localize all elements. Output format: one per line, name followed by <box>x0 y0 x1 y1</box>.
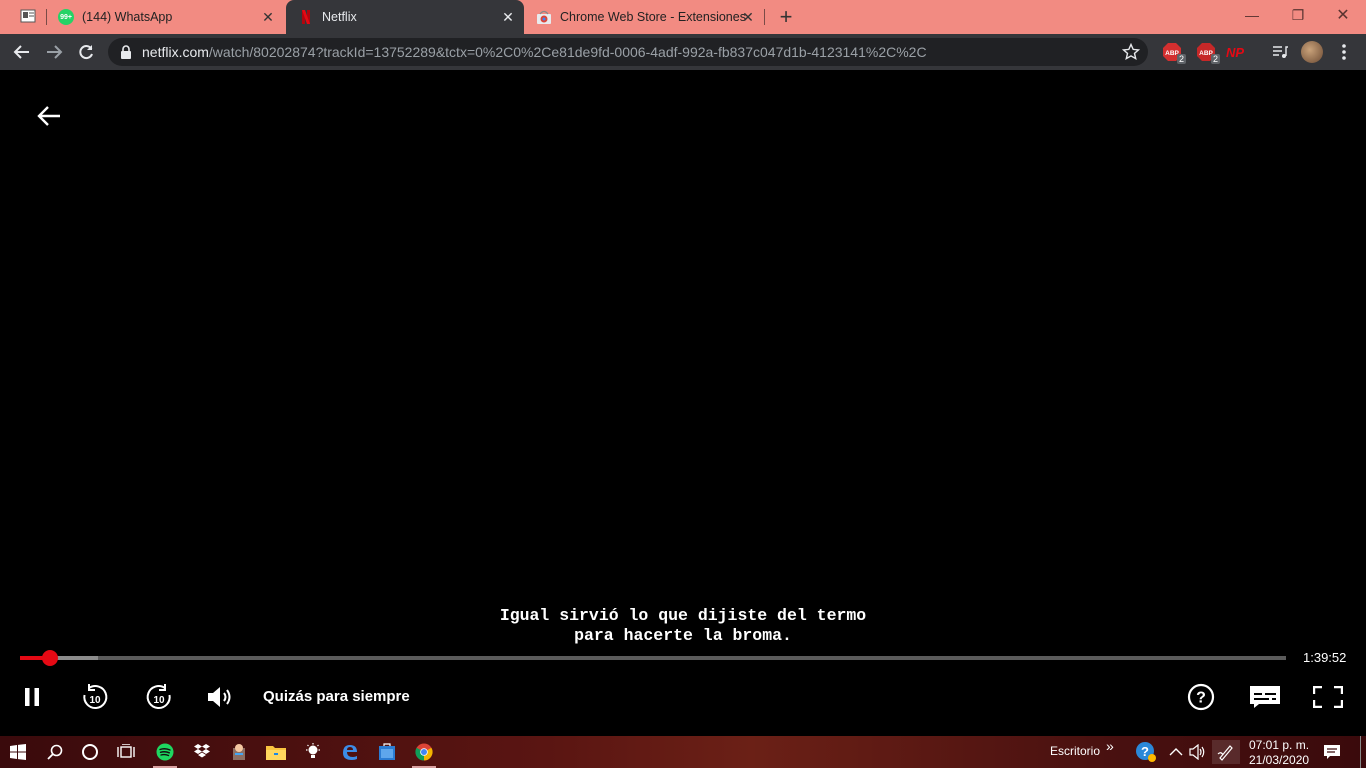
tab-label: Netflix <box>322 10 357 24</box>
tips-icon[interactable] <box>301 740 325 764</box>
address-bar[interactable]: netflix.com/watch/80202874?trackId=13752… <box>108 38 1148 66</box>
edge-icon[interactable] <box>338 740 362 764</box>
subtitle-line: para hacerte la broma. <box>574 626 792 645</box>
netflix-party-icon[interactable]: NP <box>1226 42 1248 62</box>
desktop-toolbar-chevron[interactable]: » <box>1106 738 1114 754</box>
tab-separator <box>764 9 765 25</box>
app-icon[interactable] <box>227 740 251 764</box>
notifications-icon[interactable] <box>1320 740 1344 764</box>
reload-icon[interactable] <box>74 40 98 64</box>
back-arrow-icon[interactable] <box>36 104 62 133</box>
fullscreen-icon[interactable] <box>1312 680 1344 714</box>
tab-label: (144) WhatsApp <box>82 10 173 24</box>
pinned-app-icon <box>20 8 36 27</box>
url-domain: netflix.com <box>142 44 209 60</box>
subtitle-line: Igual sirvió lo que dijiste del termo <box>499 606 867 625</box>
progress-bar[interactable] <box>20 650 1286 666</box>
clock-time[interactable]: 07:01 p. m. <box>1249 738 1309 752</box>
pen-workspace-icon[interactable] <box>1212 740 1240 764</box>
close-tab-icon[interactable]: ✕ <box>740 9 756 26</box>
close-tab-icon[interactable]: ✕ <box>500 9 516 26</box>
video-title: Quizás para siempre <box>263 688 410 705</box>
cortana-icon[interactable] <box>78 740 102 764</box>
speaker-icon[interactable] <box>1186 740 1210 764</box>
pause-icon[interactable] <box>20 680 44 714</box>
netflix-icon <box>298 9 314 25</box>
show-desktop-button[interactable] <box>1360 736 1366 768</box>
tab-strip: 99+ (144) WhatsApp ✕ Netflix ✕ Chrome We… <box>0 0 1366 34</box>
file-explorer-icon[interactable] <box>264 740 288 764</box>
restore-icon[interactable]: ❐ <box>1275 0 1321 30</box>
forward-10-label: 10 <box>153 695 165 706</box>
extension-badge: 2 <box>1176 54 1186 64</box>
chrome-menu-icon[interactable] <box>1332 40 1356 64</box>
task-view-icon[interactable] <box>114 740 138 764</box>
windows-taskbar: Escritorio » ? 07:01 p. m. 21/03/2020 <box>0 736 1366 768</box>
bookmark-star-icon[interactable] <box>1121 42 1141 66</box>
store-icon[interactable] <box>375 740 399 764</box>
tab-netflix[interactable]: Netflix ✕ <box>286 0 524 34</box>
help-tray-icon[interactable]: ? <box>1134 740 1158 764</box>
tab-separator <box>46 9 47 25</box>
subtitle-text: Igual sirvió lo que dijiste del termo pa… <box>0 606 1366 646</box>
avatar <box>1301 41 1323 63</box>
rewind-10-icon[interactable]: 10 <box>80 680 110 714</box>
spotify-icon[interactable] <box>153 740 177 768</box>
new-tab-button[interactable]: + <box>774 4 798 29</box>
time-remaining: 1:39:52 <box>1303 650 1347 665</box>
browser-toolbar: netflix.com/watch/80202874?trackId=13752… <box>0 34 1366 70</box>
help-icon[interactable]: ? <box>1186 680 1216 714</box>
forward-10-icon[interactable]: 10 <box>144 680 174 714</box>
tab-label: Chrome Web Store - Extensiones <box>560 10 746 24</box>
chevron-up-icon[interactable] <box>1164 740 1188 764</box>
profile-avatar[interactable] <box>1300 40 1324 64</box>
whatsapp-icon: 99+ <box>58 9 74 25</box>
media-controls-icon[interactable] <box>1268 40 1292 64</box>
extension-badge: 2 <box>1210 54 1220 64</box>
subtitles-icon[interactable] <box>1248 680 1282 714</box>
url-path: /watch/80202874?trackId=13752289&tctx=0%… <box>208 44 927 60</box>
lock-icon[interactable] <box>120 45 132 64</box>
forward-icon[interactable] <box>42 40 66 64</box>
volume-icon[interactable] <box>206 680 236 714</box>
adblock-plus-icon[interactable]: ABP 2 <box>1196 42 1220 64</box>
close-window-icon[interactable]: ✕ <box>1320 0 1366 30</box>
tab-whatsapp[interactable]: 99+ (144) WhatsApp ✕ <box>48 0 284 34</box>
windows-start-icon[interactable] <box>6 740 30 764</box>
search-icon[interactable] <box>43 740 67 764</box>
clock-date[interactable]: 21/03/2020 <box>1249 753 1309 767</box>
tab-pinned[interactable] <box>10 0 46 34</box>
minimize-icon[interactable]: — <box>1229 0 1275 30</box>
rewind-10-label: 10 <box>89 695 101 706</box>
url-text[interactable]: netflix.com/watch/80202874?trackId=13752… <box>142 44 927 60</box>
desktop-toolbar-label[interactable]: Escritorio <box>1050 744 1100 758</box>
svg-text:?: ? <box>1196 690 1206 707</box>
adblock-icon[interactable]: ABP 2 <box>1162 42 1186 64</box>
chrome-icon[interactable] <box>412 740 436 768</box>
svg-text:?: ? <box>1141 744 1149 759</box>
dropbox-icon[interactable] <box>190 740 214 764</box>
back-icon[interactable] <box>10 40 34 64</box>
tab-chrome-web-store[interactable]: Chrome Web Store - Extensiones ✕ <box>526 0 764 34</box>
chrome-web-store-icon <box>536 9 552 25</box>
close-tab-icon[interactable]: ✕ <box>260 9 276 26</box>
